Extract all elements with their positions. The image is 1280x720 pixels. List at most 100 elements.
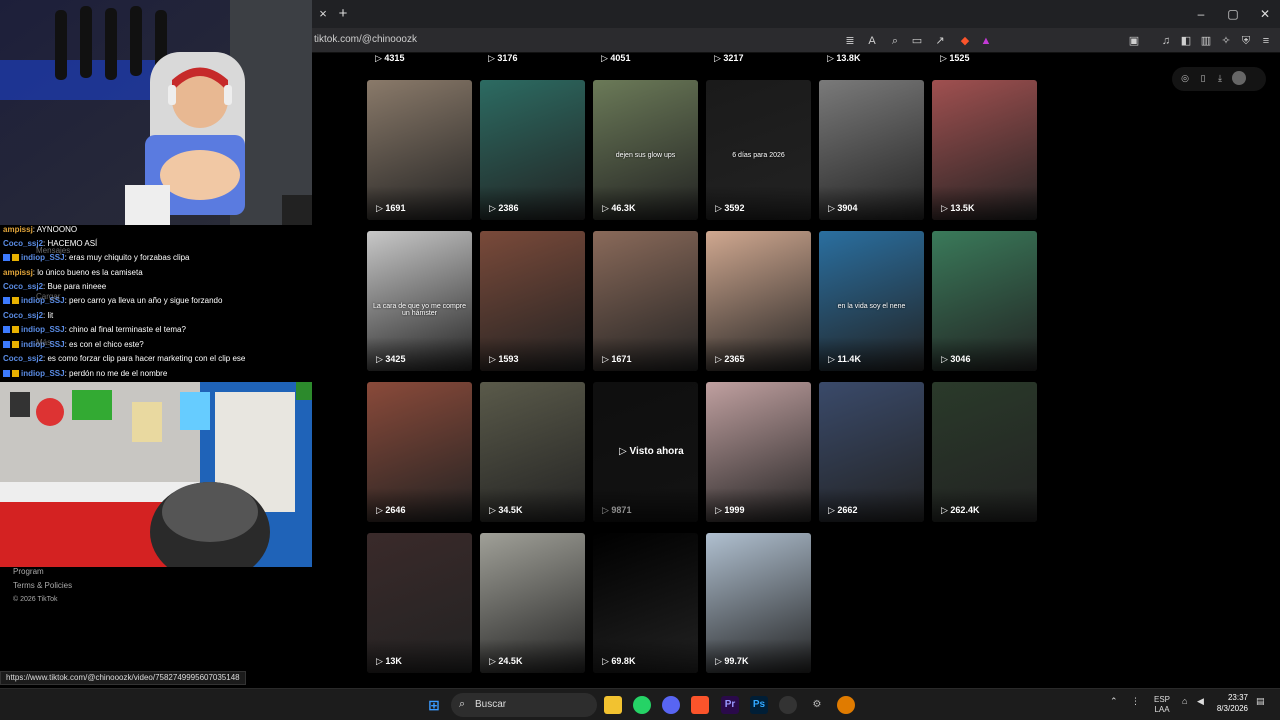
obs-icon[interactable] bbox=[779, 696, 797, 714]
panel-icon[interactable]: ◧ bbox=[1178, 33, 1194, 49]
video-thumbnail[interactable]: ▷ 1593 bbox=[480, 231, 585, 371]
view-count: ▷ 13.5K bbox=[941, 203, 975, 213]
input-language[interactable]: ESP LAA bbox=[1154, 695, 1170, 715]
brave-icon[interactable] bbox=[691, 696, 709, 714]
avatar[interactable] bbox=[1232, 71, 1246, 85]
chat-message: Coco_ssj2: Bue para nineee bbox=[3, 282, 107, 291]
link-status: https://www.tiktok.com/@chinooozk/video/… bbox=[0, 671, 246, 685]
view-count: ▷ 2386 bbox=[489, 203, 519, 213]
video-thumbnail[interactable]: ▷ 1999 bbox=[706, 382, 811, 522]
photoshop-icon[interactable]: Ps bbox=[750, 696, 768, 714]
footer-link-program[interactable]: Program bbox=[13, 565, 72, 579]
overlay-label-cargar: Cargar bbox=[36, 292, 61, 301]
menu-icon[interactable]: ≡ bbox=[1258, 33, 1274, 49]
premiere-icon[interactable]: Pr bbox=[721, 696, 739, 714]
badge-icon bbox=[12, 341, 19, 348]
url-field[interactable]: tiktok.com/@chinooozk bbox=[314, 34, 417, 45]
settings-icon[interactable]: ⚙ bbox=[808, 696, 826, 714]
stream-chat: ampissj: AYNOONO Coco_ssj2: HACEMO ASÍ i… bbox=[0, 225, 312, 382]
badge-icon bbox=[12, 326, 19, 333]
second-webcam bbox=[0, 382, 312, 567]
clock[interactable]: 23:37 8/3/2026 bbox=[1188, 692, 1248, 714]
badge-icon bbox=[3, 341, 10, 348]
badge-icon bbox=[12, 370, 19, 377]
share-icon[interactable]: ↗ bbox=[932, 33, 948, 49]
microphone-icon[interactable]: ⋮ bbox=[1131, 696, 1140, 707]
phone-icon[interactable]: ▯ bbox=[1196, 71, 1210, 85]
brave-shield-icon[interactable]: ◆ bbox=[957, 33, 973, 49]
video-thumbnail[interactable]: ▷ 262.4K bbox=[932, 382, 1037, 522]
video-thumbnail[interactable]: ▷ 2662 bbox=[819, 382, 924, 522]
video-thumbnail[interactable]: ▷ 1691 bbox=[367, 80, 472, 220]
video-thumbnail[interactable]: ▷ 3046 bbox=[932, 231, 1037, 371]
view-count: ▷ 11.4K bbox=[828, 354, 861, 364]
video-thumbnail[interactable]: dejen sus glow ups ▷ 46.3K bbox=[593, 80, 698, 220]
discord-icon[interactable] bbox=[662, 696, 680, 714]
chat-message: Coco_ssj2: es como forzar clip para hace… bbox=[3, 354, 246, 363]
view-count: ▷ 46.3K bbox=[602, 203, 636, 213]
view-count: ▷ 9871 bbox=[602, 505, 632, 515]
video-thumbnail[interactable]: ▷ 24.5K bbox=[480, 533, 585, 673]
view-count: ▷ 1525 bbox=[940, 53, 970, 63]
music-icon[interactable]: ♫ bbox=[1158, 33, 1174, 49]
video-thumbnail[interactable]: La cara de que yo me compre un hámster ▷ … bbox=[367, 231, 472, 371]
window-close-button[interactable]: ✕ bbox=[1250, 5, 1280, 23]
view-count: ▷ 3217 bbox=[714, 53, 744, 63]
download-icon[interactable]: ⤓ bbox=[1213, 71, 1227, 85]
network-icon[interactable]: ⌂ bbox=[1182, 696, 1187, 706]
whatsapp-icon[interactable] bbox=[633, 696, 651, 714]
view-count: ▷ 69.8K bbox=[602, 656, 636, 666]
video-thumbnail[interactable]: ▷ 99.7K bbox=[706, 533, 811, 673]
reader-icon[interactable]: ≣ bbox=[842, 33, 858, 49]
badge-icon bbox=[3, 254, 10, 261]
windows-taskbar: ⊞ ⌕ Buscar Pr Ps ⚙ ⌃ ⋮ ESP LAA ⌂ ◀ 23:37 8… bbox=[0, 688, 1280, 720]
video-thumbnail[interactable]: ▷ 3904 bbox=[819, 80, 924, 220]
file-explorer-icon[interactable] bbox=[604, 696, 622, 714]
video-thumbnail[interactable]: ▷ 13.5K bbox=[932, 80, 1037, 220]
video-thumbnail[interactable]: en la vida soy el nene ▷ 11.4K bbox=[819, 231, 924, 371]
view-count: ▷ 1593 bbox=[489, 354, 519, 364]
translate-icon[interactable]: A bbox=[864, 33, 880, 49]
streamer-webcam bbox=[0, 0, 312, 225]
video-thumbnail[interactable]: ▷ 1671 bbox=[593, 231, 698, 371]
chevron-up-icon[interactable]: ⌃ bbox=[1110, 696, 1118, 707]
video-caption: 6 días para 2026 bbox=[732, 152, 785, 159]
badge-icon bbox=[3, 326, 10, 333]
video-thumbnail[interactable]: ▷ 13K bbox=[367, 533, 472, 673]
close-tab-button[interactable]: × bbox=[314, 5, 332, 23]
start-icon[interactable]: ⊞ bbox=[425, 696, 443, 714]
video-thumbnail[interactable]: ▷ 69.8K bbox=[593, 533, 698, 673]
footer-link-terms[interactable]: Terms & Policies bbox=[13, 579, 72, 593]
overlay-label-mas: Más bbox=[36, 338, 52, 347]
speed-icon[interactable]: ◎ bbox=[1178, 71, 1192, 85]
maximize-button[interactable]: ▢ bbox=[1218, 5, 1248, 23]
video-thumbnail[interactable]: ▷ 34.5K bbox=[480, 382, 585, 522]
rewards-icon[interactable]: ▲ bbox=[978, 33, 994, 49]
wallet-icon[interactable]: ▥ bbox=[1198, 33, 1214, 49]
chat-message: ampissj: lo único bueno es la camiseta bbox=[3, 268, 143, 277]
minimize-button[interactable]: – bbox=[1186, 5, 1216, 23]
sidebar-icon[interactable]: ▣ bbox=[1126, 33, 1142, 49]
view-count: ▷ 3904 bbox=[828, 203, 858, 213]
cast-icon[interactable]: ▭ bbox=[909, 33, 925, 49]
video-thumbnail[interactable]: ▷ 2386 bbox=[480, 80, 585, 220]
video-caption: en la vida soy el nene bbox=[837, 303, 906, 310]
chat-message: ampissj: AYNOONO bbox=[3, 225, 78, 234]
vpn-icon[interactable]: ⛨ bbox=[1238, 33, 1254, 49]
view-count: ▷ 13K bbox=[376, 656, 402, 666]
chat-message: Coco_ssj2: lit bbox=[3, 311, 54, 320]
overlay-label-mensajes: Mensajes bbox=[36, 246, 71, 255]
new-tab-button[interactable]: + bbox=[334, 5, 352, 23]
badge-icon bbox=[12, 297, 19, 304]
notification-icon[interactable]: ▤ bbox=[1256, 696, 1265, 707]
taskbar-search[interactable]: ⌕ Buscar bbox=[451, 693, 597, 717]
video-thumbnail[interactable]: 6 días para 2026 ▷ 3592 bbox=[706, 80, 811, 220]
zoom-icon[interactable]: ⌕ bbox=[887, 33, 903, 49]
app-icon[interactable] bbox=[837, 696, 855, 714]
video-caption: dejen sus glow ups bbox=[615, 152, 676, 159]
leo-ai-icon[interactable]: ✧ bbox=[1218, 33, 1234, 49]
view-count: ▷ 262.4K bbox=[941, 505, 980, 515]
video-thumbnail[interactable]: ▷ 2646 bbox=[367, 382, 472, 522]
video-thumbnail[interactable]: ▷ 2365 bbox=[706, 231, 811, 371]
view-count: ▷ 3046 bbox=[941, 354, 971, 364]
